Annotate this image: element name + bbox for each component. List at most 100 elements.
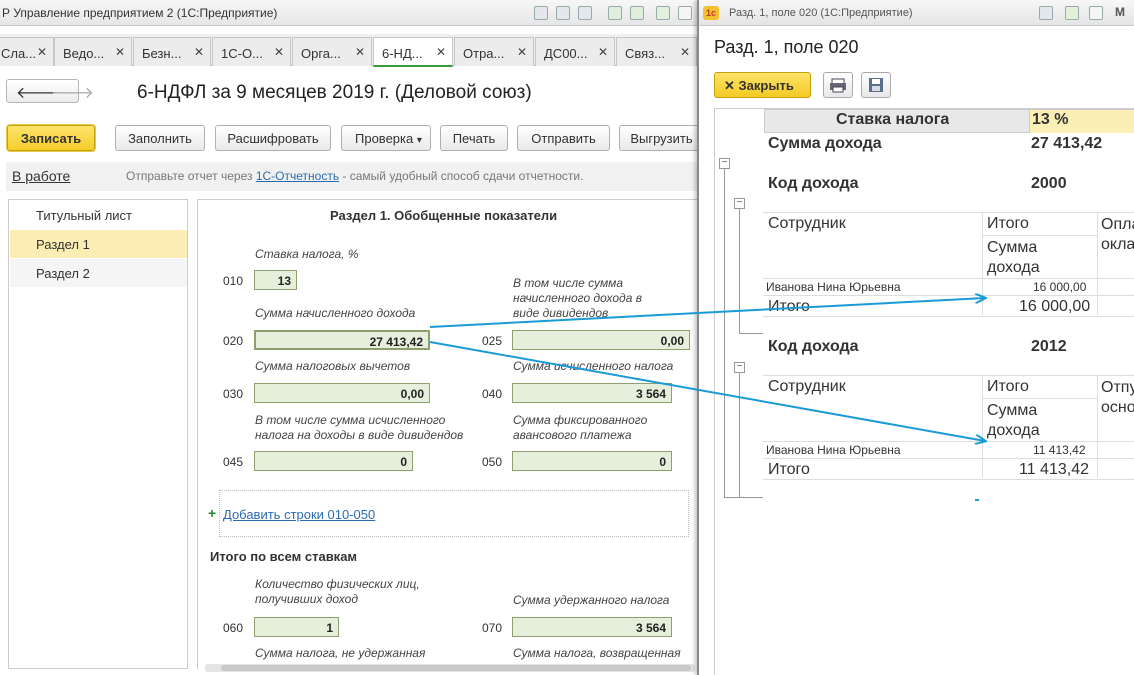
scrollbar-thumb[interactable] bbox=[221, 665, 691, 671]
tab-otra[interactable]: Отра... ✕ bbox=[454, 37, 534, 66]
close-icon[interactable]: ✕ bbox=[274, 45, 284, 59]
col-total: Итого bbox=[987, 215, 1029, 232]
section-nav: Титульный лист Раздел 1 Раздел 2 bbox=[8, 199, 188, 669]
close-button[interactable]: ✕ Закрыть bbox=[714, 72, 811, 98]
calendar-icon[interactable] bbox=[1089, 6, 1103, 20]
tab-vedo[interactable]: Ведо... ✕ bbox=[54, 37, 132, 66]
close-icon[interactable]: ✕ bbox=[598, 45, 608, 59]
field-070[interactable]: 3 564 bbox=[512, 617, 672, 637]
income-code-label: Код дохода bbox=[768, 338, 859, 355]
check-dropdown-button[interactable]: Проверка ▾ bbox=[341, 125, 431, 151]
field-050[interactable]: 0 bbox=[512, 451, 672, 471]
close-icon[interactable]: ✕ bbox=[115, 45, 125, 59]
group-total-label: Итого bbox=[768, 461, 810, 478]
col-extra: Оплата оклад bbox=[1101, 216, 1134, 253]
close-label: Закрыть bbox=[738, 78, 794, 93]
tab-label: Сла... bbox=[1, 46, 37, 61]
upload-icon[interactable] bbox=[608, 6, 622, 20]
save-button[interactable]: Записать bbox=[7, 125, 95, 151]
close-icon[interactable]: ✕ bbox=[194, 45, 204, 59]
collapse-toggle-rate[interactable]: − bbox=[719, 158, 730, 169]
print-icon[interactable] bbox=[1039, 6, 1053, 20]
group-total-value: 16 000,00 bbox=[1019, 298, 1091, 315]
employee-name: Иванова Нина Юрьевна bbox=[766, 443, 901, 457]
export-button[interactable]: Выгрузить bbox=[619, 125, 697, 151]
tab-label: Ведо... bbox=[63, 46, 105, 61]
label-020: Сумма начисленного дохода bbox=[255, 306, 416, 320]
row-divider bbox=[763, 295, 1134, 296]
tab-label: Орга... bbox=[301, 46, 341, 61]
label-060: Количество физических лиц, получивших до… bbox=[255, 577, 420, 606]
row-divider bbox=[982, 398, 1097, 399]
1c-reporting-link[interactable]: 1С-Отчетность bbox=[256, 169, 339, 183]
print-icon[interactable] bbox=[556, 6, 570, 20]
code-030: 030 bbox=[223, 387, 244, 401]
col-divider bbox=[1097, 375, 1098, 478]
nav-item-title-page[interactable]: Титульный лист bbox=[10, 201, 187, 229]
tab-orga[interactable]: Орга... ✕ bbox=[292, 37, 372, 66]
code-025: 025 bbox=[482, 334, 503, 348]
nav-item-section-1[interactable]: Раздел 1 bbox=[10, 230, 187, 258]
field-025[interactable]: 0,00 bbox=[512, 330, 690, 350]
close-icon[interactable]: ✕ bbox=[37, 45, 47, 59]
collapse-toggle-2012[interactable]: − bbox=[734, 362, 745, 373]
add-rows-link[interactable]: Добавить строки 010-050 bbox=[223, 507, 375, 522]
save-as-button[interactable] bbox=[861, 72, 891, 98]
main-titlebar: Р Управление предприятием 2 (1С:Предприя… bbox=[0, 0, 697, 26]
preview-icon[interactable] bbox=[578, 6, 592, 20]
income-code-value: 2012 bbox=[1031, 338, 1067, 355]
status-link[interactable]: В работе bbox=[12, 168, 70, 184]
tab-bezn[interactable]: Безн... ✕ bbox=[133, 37, 211, 66]
fill-button[interactable]: Заполнить bbox=[115, 125, 205, 151]
close-icon: ✕ bbox=[724, 78, 735, 93]
decode-button[interactable]: Расшифровать bbox=[215, 125, 331, 151]
col-total-sub: Сумма дохода bbox=[987, 402, 1040, 439]
floppy-disk-icon bbox=[869, 78, 883, 92]
calculator-icon[interactable] bbox=[1065, 6, 1079, 20]
tab-6-ndfl[interactable]: 6-НД... ✕ bbox=[373, 37, 453, 67]
col-employee: Сотрудник bbox=[768, 215, 846, 232]
field-010[interactable]: 13 bbox=[254, 270, 297, 290]
chevron-down-icon: ▾ bbox=[416, 135, 422, 146]
tab-sla[interactable]: Сла... ✕ bbox=[0, 37, 54, 66]
tab-ds00[interactable]: ДС00... ✕ bbox=[535, 37, 615, 66]
row-divider bbox=[763, 458, 1134, 459]
print-button[interactable]: Печать bbox=[440, 125, 508, 151]
tab-label: Безн... bbox=[142, 46, 182, 61]
detail-window: 1c Разд. 1, поле 020 (1С:Предприятие) M … bbox=[697, 0, 1134, 675]
close-icon[interactable]: ✕ bbox=[355, 45, 365, 59]
field-045[interactable]: 0 bbox=[254, 451, 413, 471]
forward-arrow-icon[interactable]: 🡒 bbox=[51, 82, 94, 103]
save-icon[interactable] bbox=[534, 6, 548, 20]
calendar-icon[interactable] bbox=[678, 6, 692, 20]
tab-1c-o[interactable]: 1С-О... ✕ bbox=[212, 37, 291, 66]
print-button[interactable] bbox=[823, 72, 853, 98]
label-080: Сумма налога, не удержанная bbox=[255, 646, 426, 660]
send-button[interactable]: Отправить bbox=[517, 125, 610, 151]
rate-header: Ставка налога bbox=[836, 111, 950, 128]
nav-item-section-2[interactable]: Раздел 2 bbox=[10, 259, 187, 287]
tab-svyaz[interactable]: Связ... ✕ bbox=[616, 37, 697, 66]
row-divider bbox=[763, 278, 1134, 279]
calculator-icon[interactable] bbox=[656, 6, 670, 20]
info-message: Отправьте отчет через 1С-Отчетность - са… bbox=[126, 169, 583, 183]
field-060[interactable]: 1 bbox=[254, 617, 339, 637]
tab-label: ДС00... bbox=[544, 46, 588, 61]
field-020[interactable]: 27 413,42 bbox=[254, 330, 430, 350]
field-040[interactable]: 3 564 bbox=[512, 383, 672, 403]
income-sum-value: 27 413,42 bbox=[1031, 135, 1103, 152]
field-030[interactable]: 0,00 bbox=[254, 383, 430, 403]
cursor-mark bbox=[975, 499, 979, 501]
label-030: Сумма налоговых вычетов bbox=[255, 359, 411, 373]
code-010: 010 bbox=[223, 274, 244, 288]
close-icon[interactable]: ✕ bbox=[517, 45, 527, 59]
col-divider bbox=[982, 212, 983, 315]
close-icon[interactable]: ✕ bbox=[436, 45, 446, 59]
collapse-toggle-2000[interactable]: − bbox=[734, 198, 745, 209]
close-icon[interactable]: ✕ bbox=[680, 45, 690, 59]
horizontal-scrollbar[interactable] bbox=[205, 664, 695, 672]
row-divider bbox=[763, 316, 1134, 317]
income-code-value: 2000 bbox=[1031, 175, 1067, 192]
menu-icon[interactable]: M bbox=[1115, 5, 1125, 19]
download-icon[interactable] bbox=[630, 6, 644, 20]
